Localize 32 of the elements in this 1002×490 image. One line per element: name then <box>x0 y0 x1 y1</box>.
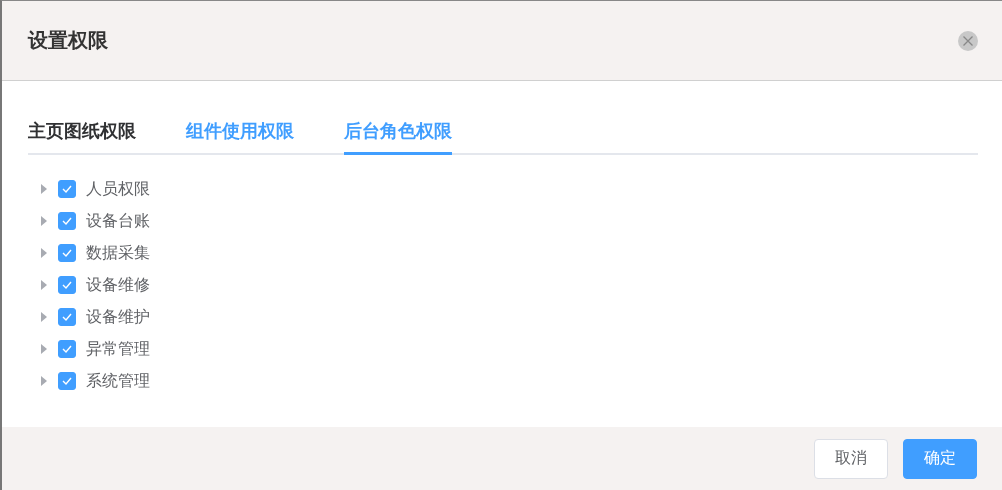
cancel-button[interactable]: 取消 <box>814 438 888 479</box>
checkbox[interactable] <box>58 244 76 262</box>
tree-item-label[interactable]: 人员权限 <box>86 178 150 200</box>
check-icon <box>61 344 73 354</box>
checkbox[interactable] <box>58 308 76 326</box>
tab[interactable]: 主页图纸权限 <box>28 111 136 155</box>
tree-item-label[interactable]: 设备维护 <box>86 306 150 328</box>
close-icon[interactable] <box>958 30 978 51</box>
check-icon <box>61 216 73 226</box>
checkbox[interactable] <box>58 212 76 230</box>
check-icon <box>61 184 73 194</box>
check-icon <box>61 248 73 258</box>
tree-item-label[interactable]: 系统管理 <box>86 370 150 392</box>
check-icon <box>61 280 73 290</box>
dialog-title: 设置权限 <box>28 27 108 54</box>
checkbox[interactable] <box>58 372 76 390</box>
checkbox[interactable] <box>58 340 76 358</box>
tree-item-label[interactable]: 设备维修 <box>86 274 150 296</box>
expand-caret-icon[interactable] <box>40 280 48 290</box>
tree-item-label[interactable]: 数据采集 <box>86 242 150 264</box>
tree-item-label[interactable]: 异常管理 <box>86 338 150 360</box>
expand-caret-icon[interactable] <box>40 184 48 194</box>
tree-item-label[interactable]: 设备台账 <box>86 210 150 232</box>
expand-caret-icon[interactable] <box>40 248 48 258</box>
expand-caret-icon[interactable] <box>40 216 48 226</box>
expand-caret-icon[interactable] <box>40 312 48 322</box>
expand-caret-icon[interactable] <box>40 344 48 354</box>
check-icon <box>61 376 73 386</box>
check-icon <box>61 312 73 322</box>
checkbox[interactable] <box>58 276 76 294</box>
expand-caret-icon[interactable] <box>40 376 48 386</box>
checkbox[interactable] <box>58 180 76 198</box>
